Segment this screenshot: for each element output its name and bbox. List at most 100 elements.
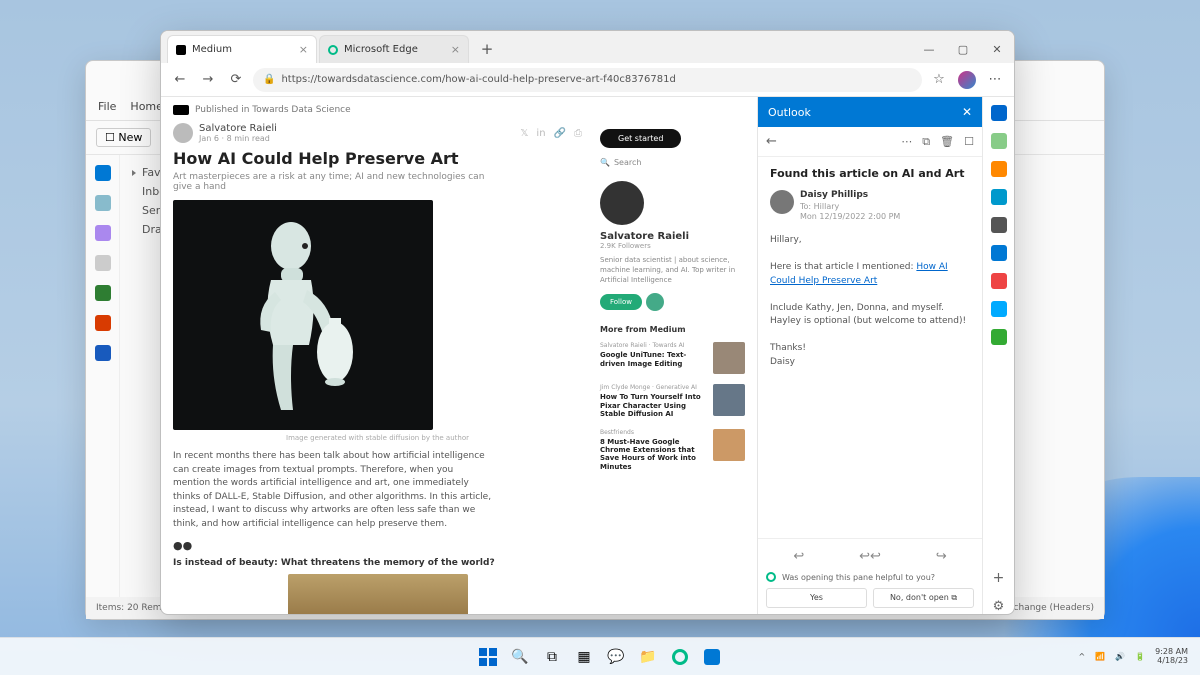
wifi-icon[interactable]: 📶 (1095, 652, 1105, 661)
recommendation-item[interactable]: Salvatore Raieli · Towards AIGoogle UniT… (600, 342, 745, 374)
author-name[interactable]: Salvatore Raieli (199, 123, 277, 134)
body-signature: Daisy (770, 356, 970, 370)
pane-close-icon[interactable]: ✕ (962, 105, 972, 119)
archive-icon[interactable]: ☐ (964, 135, 974, 149)
link-icon[interactable]: 🔗 (554, 128, 566, 139)
follow-button[interactable]: Follow (600, 294, 642, 310)
recommendation-item[interactable]: Bestfriends8 Must-Have Google Chrome Ext… (600, 429, 745, 472)
tray-chevron-icon[interactable]: ^ (1079, 652, 1086, 661)
search-sidebar-icon[interactable] (991, 105, 1007, 121)
minimize-button[interactable]: — (912, 35, 946, 63)
outlook-app-bar (86, 155, 120, 619)
favicon-edge (328, 45, 338, 55)
battery-icon[interactable]: 🔋 (1135, 652, 1145, 661)
powerpoint-icon[interactable] (95, 315, 111, 331)
medium-logo-icon (173, 105, 189, 115)
aside-author-name[interactable]: Salvatore Raieli (600, 231, 745, 242)
feedback-yes-button[interactable]: Yes (766, 588, 867, 608)
author-avatar[interactable] (173, 123, 193, 143)
calendar-icon[interactable] (95, 195, 111, 211)
forward-icon[interactable]: ↪ (936, 549, 947, 564)
linkedin-icon[interactable]: in (536, 128, 545, 139)
widgets-icon[interactable]: ▦ (571, 644, 597, 670)
clock-date[interactable]: 4/18/23 (1155, 657, 1188, 666)
close-tab-icon[interactable]: × (451, 43, 460, 56)
outlook-taskbar-icon[interactable] (699, 644, 725, 670)
forward-button[interactable]: → (197, 69, 219, 91)
article-title: How AI Could Help Preserve Art (173, 149, 582, 168)
delete-icon[interactable]: 🗑 (940, 135, 954, 149)
favorites-icon[interactable]: ☆ (928, 69, 950, 91)
email-subject: Found this article on AI and Art (770, 167, 970, 180)
shopping-icon[interactable] (991, 133, 1007, 149)
twitter-icon[interactable]: 𝕏 (520, 128, 528, 139)
games-icon[interactable] (991, 189, 1007, 205)
tab-label: Medium (192, 44, 232, 55)
tools-icon[interactable] (991, 161, 1007, 177)
ribbon-home[interactable]: Home (130, 100, 162, 113)
pane-footer: ↩ ↩↩ ↪ Was opening this pane helpful to … (758, 538, 982, 614)
article-main: Salvatore Raieli Jan 6 · 8 min read 𝕏 in… (173, 123, 582, 614)
drop-icon[interactable] (991, 273, 1007, 289)
file-explorer-icon[interactable]: 📁 (635, 644, 661, 670)
word-icon[interactable] (95, 345, 111, 361)
more-actions-icon[interactable]: ⋯ (901, 135, 912, 149)
email-header: Daisy Phillips To: Hillary Mon 12/19/202… (770, 190, 970, 222)
new-mail-button[interactable]: ☐ New (96, 128, 151, 147)
tab-edge[interactable]: Microsoft Edge × (319, 35, 469, 63)
url-input[interactable]: 🔒 https://towardsdatascience.com/how-ai-… (253, 68, 922, 92)
office-icon[interactable] (991, 217, 1007, 233)
profile-avatar[interactable] (958, 71, 976, 89)
image-caption: Image generated with stable diffusion by… (173, 434, 582, 442)
menu-icon[interactable]: ⋯ (984, 69, 1006, 91)
feedback-prompt: Was opening this pane helpful to you? (766, 572, 974, 582)
publication-crumb[interactable]: Published in Towards Data Science (173, 105, 745, 115)
desktop: File Home View Help ☐ New Favorites Inbo… (0, 0, 1200, 675)
get-started-button[interactable]: Get started (600, 129, 681, 148)
whatsapp-icon[interactable] (991, 329, 1007, 345)
chat-icon[interactable]: 💬 (603, 644, 629, 670)
more-from-heading: More from Medium (600, 325, 745, 334)
reply-icon[interactable]: ↩ (793, 549, 804, 564)
subscribe-icon[interactable] (646, 293, 664, 311)
sender-avatar[interactable] (770, 190, 794, 214)
task-view-icon[interactable]: ⧉ (539, 644, 565, 670)
recommendation-item[interactable]: Jim Clyde Monge · Generative AIHow To Tu… (600, 384, 745, 418)
close-tab-icon[interactable]: × (299, 43, 308, 56)
robot-illustration (213, 210, 393, 420)
start-button[interactable] (475, 644, 501, 670)
excel-icon[interactable] (95, 285, 111, 301)
back-button[interactable]: ← (169, 69, 191, 91)
close-window-button[interactable]: ✕ (980, 35, 1014, 63)
sidebar-add-icon[interactable]: + (991, 570, 1007, 586)
reply-all-icon[interactable]: ↩↩ (859, 549, 881, 564)
edge-taskbar-icon[interactable] (667, 644, 693, 670)
maximize-button[interactable]: ▢ (946, 35, 980, 63)
skype-icon[interactable] (991, 301, 1007, 317)
bookmark-icon[interactable]: ⎙ (574, 128, 582, 139)
outlook-sidebar-icon[interactable] (991, 245, 1007, 261)
sidebar-settings-icon[interactable]: ⚙ (991, 598, 1007, 614)
open-in-new-icon[interactable]: ⧉ (922, 135, 930, 149)
mail-icon[interactable] (95, 165, 111, 181)
new-tab-button[interactable]: + (475, 37, 499, 61)
feedback-no-button[interactable]: No, don't open ⧉ (873, 588, 974, 608)
browser-body: Published in Towards Data Science Salvat… (161, 97, 1014, 614)
volume-icon[interactable]: 🔊 (1115, 652, 1125, 661)
refresh-button[interactable]: ⟳ (225, 69, 247, 91)
pane-back-icon[interactable]: ← (766, 134, 777, 149)
window-controls: — ▢ ✕ (912, 35, 1014, 63)
aside-avatar[interactable] (600, 181, 644, 225)
search-taskbar-icon[interactable]: 🔍 (507, 644, 533, 670)
article-subtitle: Art masterpieces are a risk at any time;… (173, 172, 493, 192)
lock-icon: 🔒 (263, 74, 275, 85)
pane-content: Found this article on AI and Art Daisy P… (758, 157, 982, 538)
publication-label: Published in Towards Data Science (195, 105, 351, 115)
claps-icon[interactable]: ●● (173, 539, 192, 552)
article-meta: Jan 6 · 8 min read (199, 134, 277, 143)
people-icon[interactable] (95, 225, 111, 241)
ribbon-file[interactable]: File (98, 100, 116, 113)
search-link[interactable]: 🔍 Search (600, 158, 745, 167)
todo-icon[interactable] (95, 255, 111, 271)
tab-medium[interactable]: Medium × (167, 35, 317, 63)
